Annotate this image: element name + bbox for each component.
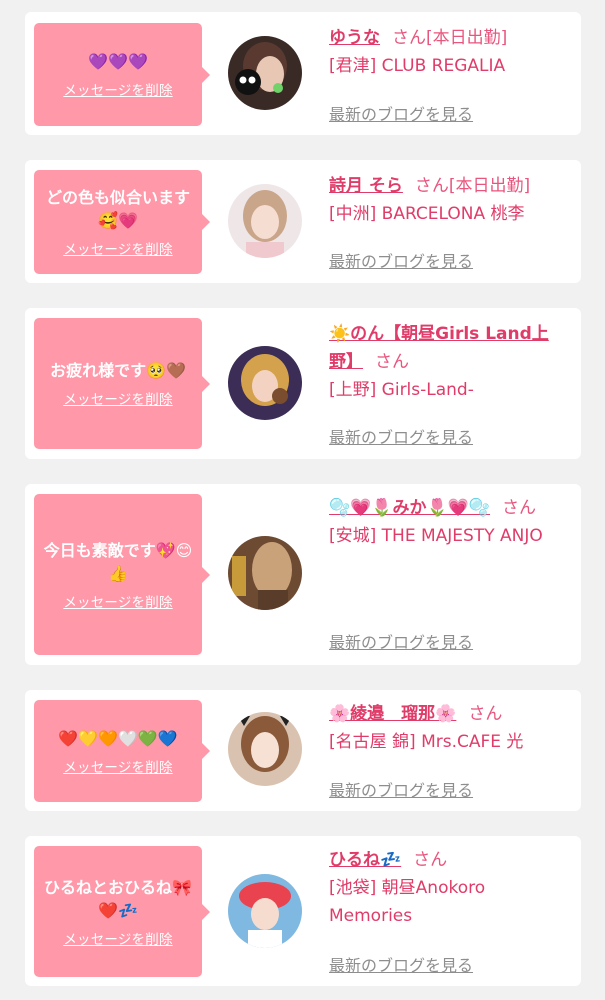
- delete-message-link[interactable]: メッセージを削除: [63, 79, 172, 99]
- shop-name: [名古屋 錦] Mrs.CAFE 光: [329, 732, 524, 752]
- avatar[interactable]: [228, 36, 302, 110]
- cast-name-link[interactable]: 🌸綾邉 瑠那🌸: [329, 704, 456, 724]
- message-text: ❤️💛🧡🤍💚💙: [58, 728, 178, 748]
- delete-message-link[interactable]: メッセージを削除: [63, 928, 172, 948]
- cast-name-link[interactable]: 詩月 そら: [329, 176, 403, 196]
- shop-name: [君津] CLUB REGALIA: [329, 56, 506, 76]
- latest-blog-link[interactable]: 最新のブログを見る: [329, 248, 473, 272]
- message-card: ❤️💛🧡🤍💚💙 メッセージを削除 🌸綾邉 瑠那🌸 さん [名古屋 錦] Mrs.C…: [25, 690, 581, 811]
- latest-blog-link[interactable]: 最新のブログを見る: [329, 424, 473, 448]
- message-bubble: どの色も似合います🥰💗 メッセージを削除: [34, 170, 210, 274]
- honorific: さん: [392, 28, 426, 48]
- status-badge: [本日出勤]: [448, 176, 531, 196]
- cast-info: 🫧💗🌷みか🌷💗🫧 さん [安城] THE MAJESTY ANJO: [329, 494, 569, 550]
- avatar[interactable]: [228, 184, 302, 258]
- latest-blog-link[interactable]: 最新のブログを見る: [329, 629, 473, 653]
- message-bubble: お疲れ様です🥺🤎 メッセージを削除: [34, 318, 210, 449]
- shop-name: [池袋] 朝昼Anokoro Memories: [329, 878, 486, 926]
- shop-name: [上野] Girls-Land-: [329, 380, 474, 400]
- message-text: 💜💜💜: [88, 52, 148, 71]
- message-card: 💜💜💜 メッセージを削除 ゆうな さん[本日出勤] [君津] CLUB REGAL…: [25, 12, 581, 135]
- cast-info: ゆうな さん[本日出勤] [君津] CLUB REGALIA: [329, 24, 569, 80]
- delete-message-link[interactable]: メッセージを削除: [63, 591, 172, 611]
- delete-message-link[interactable]: メッセージを削除: [63, 238, 172, 258]
- message-list: 💜💜💜 メッセージを削除 ゆうな さん[本日出勤] [君津] CLUB REGAL…: [0, 0, 605, 1000]
- honorific: さん: [375, 352, 409, 372]
- cast-info: 詩月 そら さん[本日出勤] [中洲] BARCELONA 桃李: [329, 172, 569, 228]
- avatar[interactable]: [228, 346, 302, 420]
- cast-name-link[interactable]: 🫧💗🌷みか🌷💗🫧: [329, 498, 490, 518]
- honorific: さん: [502, 498, 537, 518]
- latest-blog-link[interactable]: 最新のブログを見る: [329, 101, 473, 125]
- honorific: さん: [468, 704, 503, 724]
- cast-info: 🌸綾邉 瑠那🌸 さん [名古屋 錦] Mrs.CAFE 光: [329, 700, 569, 756]
- message-card: ひるねとおひるね🎀❤️💤 メッセージを削除 ひるね💤 さん [池袋] 朝昼Anok…: [25, 836, 581, 986]
- cast-info: ひるね💤 さん [池袋] 朝昼Anokoro Memories: [329, 846, 569, 930]
- message-text: ひるねとおひるね🎀❤️💤: [44, 877, 192, 920]
- message-card: どの色も似合います🥰💗 メッセージを削除 詩月 そら さん[本日出勤] [中洲] …: [25, 160, 581, 283]
- cast-name-link[interactable]: ゆうな: [329, 28, 380, 48]
- cast-name-link[interactable]: ひるね💤: [329, 850, 401, 870]
- avatar[interactable]: [228, 536, 302, 610]
- message-bubble: ❤️💛🧡🤍💚💙 メッセージを削除: [34, 700, 210, 802]
- latest-blog-link[interactable]: 最新のブログを見る: [329, 777, 473, 801]
- honorific: さん: [413, 850, 448, 870]
- avatar[interactable]: [228, 712, 302, 786]
- delete-message-link[interactable]: メッセージを削除: [63, 388, 172, 408]
- message-text: 今日も素敵です💖😊👍: [43, 540, 193, 583]
- status-badge: [本日出勤]: [426, 28, 508, 48]
- message-text: お疲れ様です🥺🤎: [50, 361, 186, 380]
- cast-info: ☀️のん【朝昼Girls Land上野】 さん [上野] Girls-Land-: [329, 320, 569, 404]
- shop-name: [安城] THE MAJESTY ANJO: [329, 526, 543, 546]
- avatar[interactable]: [228, 874, 302, 948]
- message-card: 今日も素敵です💖😊👍 メッセージを削除 🫧💗🌷みか🌷💗🫧 さん [安城] THE …: [25, 484, 581, 665]
- message-bubble: 今日も素敵です💖😊👍 メッセージを削除: [34, 494, 210, 655]
- shop-name: [中洲] BARCELONA 桃李: [329, 204, 525, 224]
- message-bubble: ひるねとおひるね🎀❤️💤 メッセージを削除: [34, 846, 210, 977]
- delete-message-link[interactable]: メッセージを削除: [63, 756, 172, 776]
- cast-name-link[interactable]: ☀️のん【朝昼Girls Land上野】: [329, 324, 549, 372]
- latest-blog-link[interactable]: 最新のブログを見る: [329, 952, 473, 976]
- honorific: さん: [414, 176, 449, 196]
- message-bubble: 💜💜💜 メッセージを削除: [34, 23, 210, 126]
- message-card: お疲れ様です🥺🤎 メッセージを削除 ☀️のん【朝昼Girls Land上野】 さん…: [25, 308, 581, 459]
- message-text: どの色も似合います🥰💗: [45, 188, 190, 230]
